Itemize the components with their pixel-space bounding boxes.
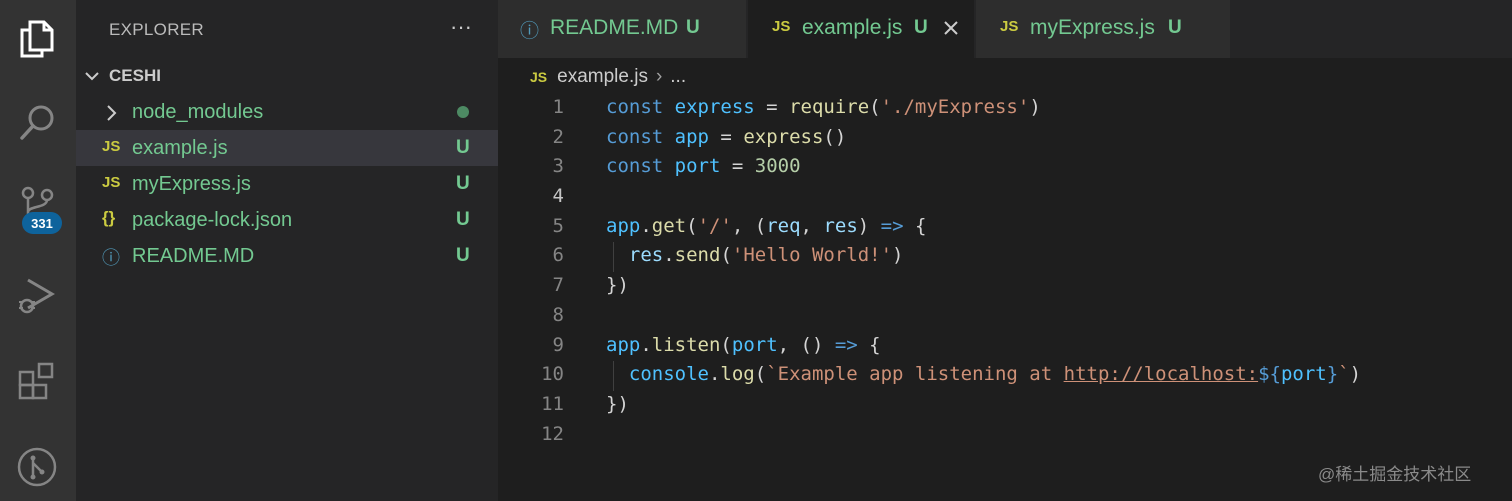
line-number: 6 bbox=[552, 244, 564, 267]
tree-item-label: node_modules bbox=[132, 101, 264, 123]
js-file-icon: JS bbox=[530, 69, 548, 85]
line-number: 2 bbox=[552, 125, 564, 148]
chevron-down-icon bbox=[85, 72, 99, 81]
folder-name: CESHI bbox=[109, 66, 161, 85]
code-text: console.log(`Example app listening at ht… bbox=[628, 363, 1362, 386]
untracked-status: U bbox=[1168, 17, 1182, 38]
line-number: 9 bbox=[552, 333, 564, 356]
tree-item-label: example.js bbox=[132, 137, 228, 159]
json-file-icon: {} bbox=[102, 208, 116, 227]
untracked-status: U bbox=[686, 17, 700, 38]
code-line: 5 app.get('/', (req, res) => { bbox=[498, 212, 1512, 242]
code-line-current: 4 bbox=[498, 182, 1512, 212]
tree-item-label: package-lock.json bbox=[132, 209, 293, 231]
code-text: const port = 3000 bbox=[606, 155, 801, 178]
code-text: app.get('/', (req, res) => { bbox=[606, 214, 927, 237]
git-graph-icon[interactable] bbox=[14, 444, 60, 490]
close-icon[interactable] bbox=[942, 19, 960, 37]
search-icon[interactable] bbox=[14, 100, 60, 146]
folder-header[interactable]: CESHI bbox=[76, 60, 498, 92]
untracked-status: U bbox=[456, 173, 470, 194]
line-number: 10 bbox=[541, 363, 564, 386]
tab-label: myExpress.js bbox=[1030, 16, 1155, 39]
editor-tab-bar: ⓘ README.MD U JS example.js U JS myExpre… bbox=[498, 0, 1512, 58]
breadcrumb[interactable]: JS example.js › ... bbox=[530, 64, 686, 90]
tree-item-label: myExpress.js bbox=[132, 173, 251, 195]
code-line: 10 console.log(`Example app listening at… bbox=[498, 360, 1512, 390]
code-line: 6 res.send('Hello World!') bbox=[498, 241, 1512, 271]
run-debug-icon[interactable] bbox=[14, 272, 60, 318]
untracked-status: U bbox=[456, 245, 470, 266]
tab-myexpress-js[interactable]: JS myExpress.js U bbox=[976, 0, 1230, 58]
source-control-badge: 331 bbox=[22, 212, 62, 234]
line-number: 3 bbox=[552, 155, 564, 178]
code-line: 3 const port = 3000 bbox=[498, 152, 1512, 182]
tree-item-node-modules[interactable]: node_modules bbox=[76, 94, 498, 130]
code-text: app.listen(port, () => { bbox=[606, 333, 881, 356]
line-number: 5 bbox=[552, 214, 564, 237]
js-file-icon: JS bbox=[772, 18, 791, 35]
code-line: 8 bbox=[498, 301, 1512, 331]
js-file-icon: JS bbox=[1000, 18, 1019, 35]
code-line: 1 const express = require('./myExpress') bbox=[498, 93, 1512, 123]
untracked-status: U bbox=[456, 137, 470, 158]
tab-example-js[interactable]: JS example.js U bbox=[748, 0, 974, 58]
line-number: 11 bbox=[541, 392, 564, 415]
line-number: 1 bbox=[552, 96, 564, 118]
code-text: }) bbox=[606, 274, 629, 297]
line-number: 12 bbox=[541, 422, 564, 445]
explorer-icon[interactable] bbox=[14, 16, 60, 62]
tree-item-myexpress-js[interactable]: JS myExpress.js U bbox=[76, 166, 498, 202]
line-number: 7 bbox=[552, 274, 564, 297]
breadcrumb-symbols[interactable]: ... bbox=[670, 66, 686, 88]
js-file-icon: JS bbox=[102, 174, 121, 191]
tree-item-example-js[interactable]: JS example.js U bbox=[76, 130, 498, 166]
breadcrumb-file[interactable]: example.js bbox=[557, 66, 648, 88]
tree-item-readme[interactable]: ⓘ README.MD U bbox=[76, 238, 498, 274]
tree-item-label: README.MD bbox=[132, 245, 255, 267]
code-text: const app = express() bbox=[606, 125, 847, 148]
chevron-right-icon bbox=[107, 105, 117, 121]
code-text: }) bbox=[606, 392, 629, 415]
code-line: 7 }) bbox=[498, 271, 1512, 301]
modified-dot-icon bbox=[457, 106, 469, 118]
tab-readme[interactable]: ⓘ README.MD U bbox=[498, 0, 746, 58]
watermark: @稀土掘金技术社区 bbox=[1318, 465, 1472, 484]
line-number: 8 bbox=[552, 303, 564, 326]
chevron-right-icon: › bbox=[655, 66, 663, 87]
code-line: 9 app.listen(port, () => { bbox=[498, 331, 1512, 361]
code-text: const express = require('./myExpress') bbox=[606, 96, 1041, 118]
explorer-sidebar: EXPLORER ··· CESHI node_modules JS examp… bbox=[76, 0, 498, 501]
tab-label: example.js bbox=[802, 16, 903, 39]
sidebar-title: EXPLORER bbox=[109, 20, 204, 39]
untracked-status: U bbox=[456, 209, 470, 230]
tree-item-package-lock[interactable]: {} package-lock.json U bbox=[76, 202, 498, 238]
code-line: 11 }) bbox=[498, 390, 1512, 420]
info-file-icon: ⓘ bbox=[520, 21, 540, 42]
code-line: 12 bbox=[498, 420, 1512, 450]
tab-label: README.MD bbox=[550, 16, 679, 39]
code-line: 2 const app = express() bbox=[498, 123, 1512, 153]
more-actions-icon[interactable]: ··· bbox=[446, 12, 476, 42]
code-text: res.send('Hello World!') bbox=[628, 244, 904, 267]
info-file-icon: ⓘ bbox=[102, 248, 120, 268]
code-editor[interactable]: 1 const express = require('./myExpress')… bbox=[498, 93, 1512, 449]
extensions-icon[interactable] bbox=[14, 358, 60, 404]
activity-bar: 331 bbox=[0, 0, 76, 501]
untracked-status: U bbox=[914, 17, 928, 38]
js-file-icon: JS bbox=[102, 138, 121, 155]
line-number: 4 bbox=[552, 185, 564, 208]
